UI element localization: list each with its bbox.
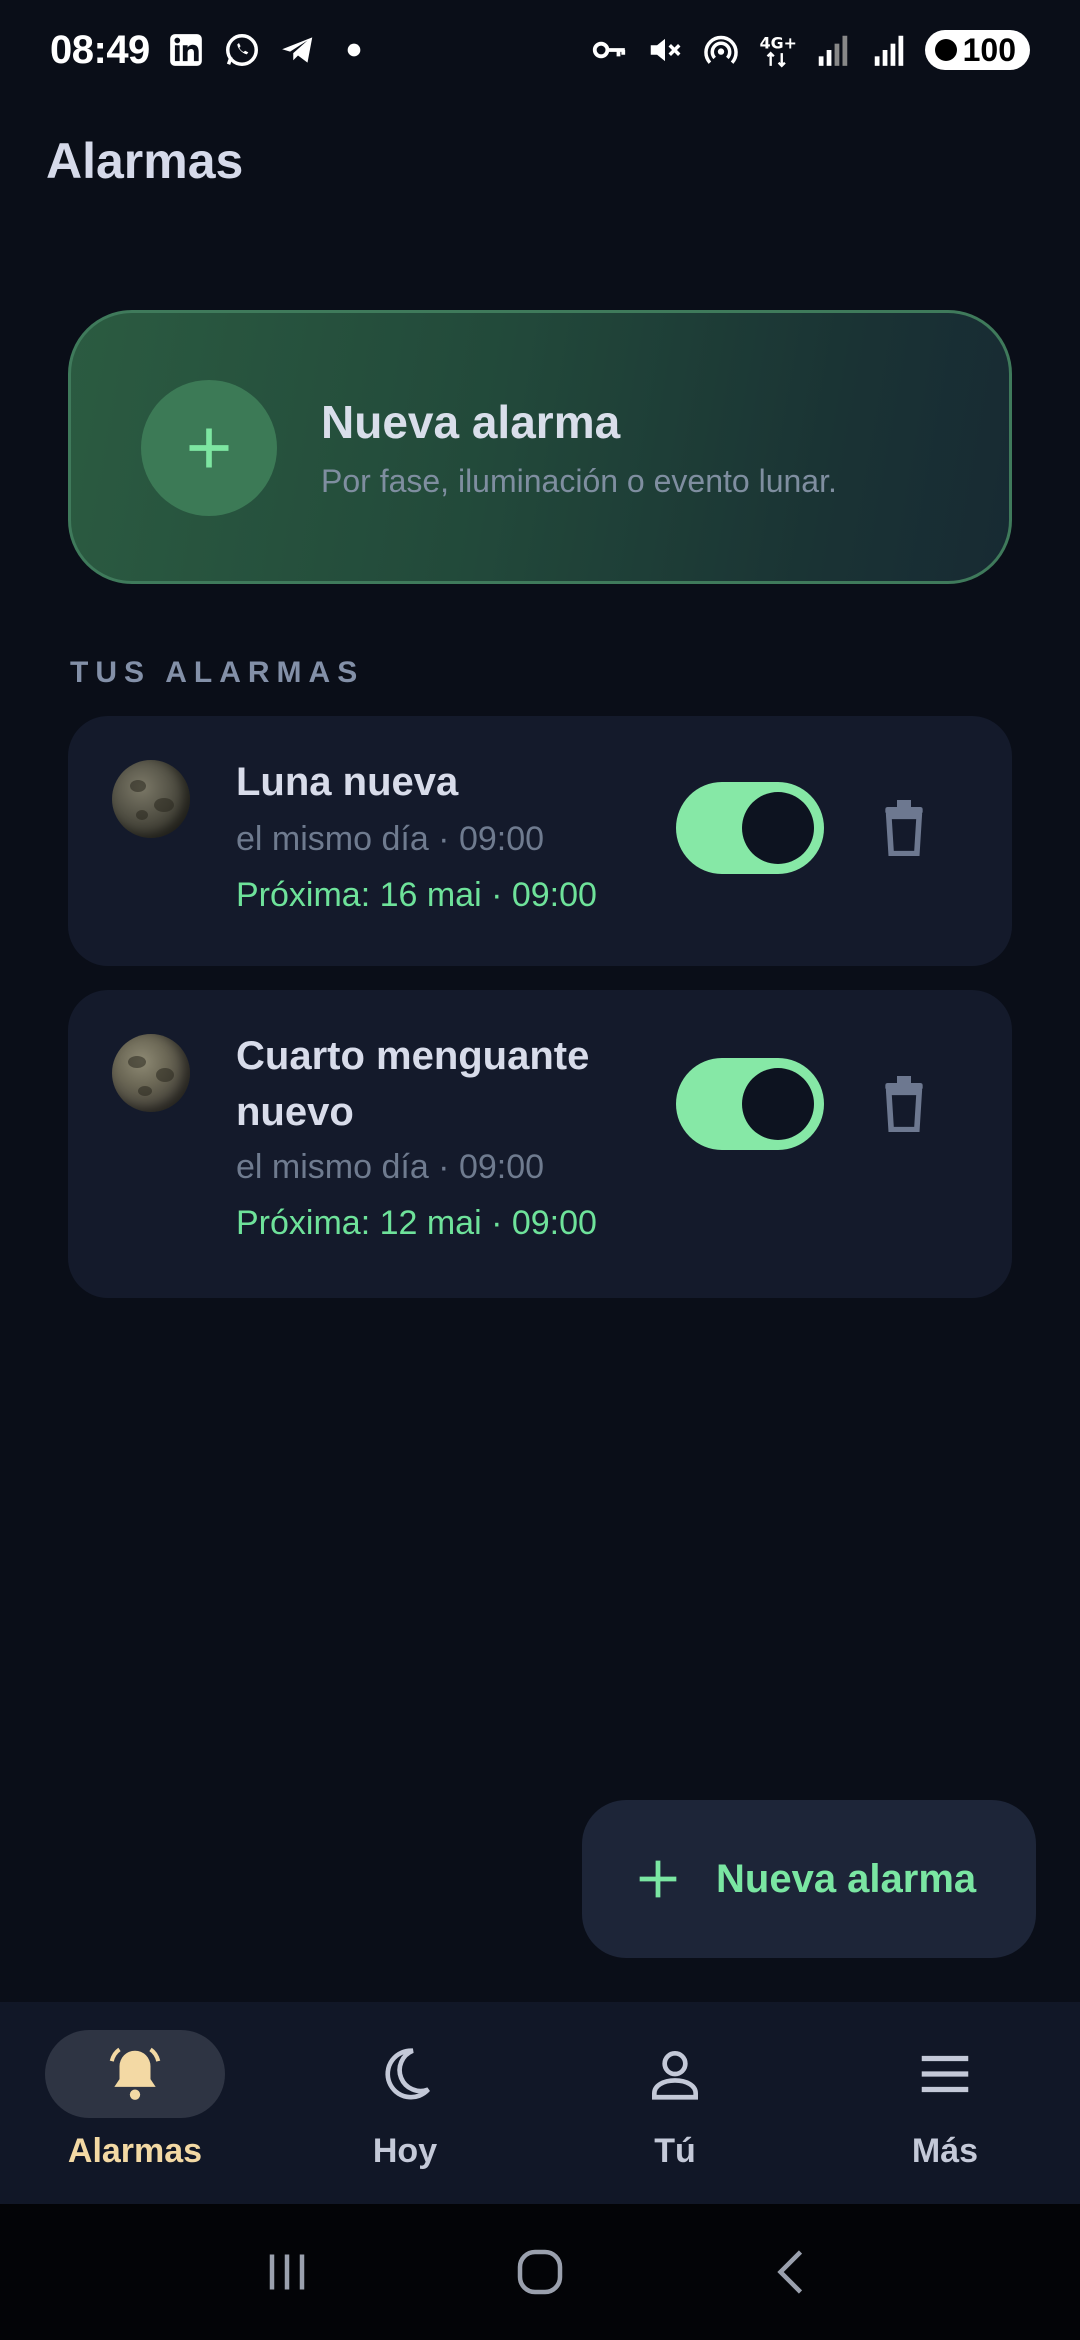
nav-label: Hoy [372,2132,438,2170]
status-bar: 08:49 4G+ 100 [0,0,1080,100]
whatsapp-icon [222,30,262,70]
alarm-schedule: el mismo día · 09:00 [236,820,545,858]
nav-pill [585,2030,765,2118]
alarm-toggle[interactable] [676,1058,824,1150]
mute-icon [645,30,685,70]
bell-icon [109,2047,161,2100]
plus-icon [639,1860,677,1898]
battery-saver-icon [934,39,957,61]
new-alarm-fab[interactable]: Nueva alarma [582,1800,1036,1958]
new-alarm-subtitle: Por fase, iluminación o evento lunar. [321,463,837,499]
alarm-title: Luna nueva [236,760,459,804]
nav-item-hoy[interactable]: Hoy [270,2002,540,2204]
section-label: TUS ALARMAS [70,656,365,689]
toggle-knob [742,792,814,864]
nav-pill [315,2030,495,2118]
telegram-icon [278,30,318,70]
dot-icon [334,30,374,70]
status-time: 08:49 [50,27,150,72]
alarm-toggle[interactable] [676,782,824,874]
alarm-next-occurrence: Próxima: 12 mai · 09:00 [236,1204,597,1242]
nav-item-mas[interactable]: Más [810,2002,1080,2204]
trash-icon[interactable] [876,798,932,858]
linkedin-icon [166,30,206,70]
signal-icon [869,30,909,70]
menu-icon [921,2055,969,2093]
trash-icon[interactable] [876,1074,932,1134]
alarm-title: Cuarto menguante nuevo [236,1034,590,1134]
system-navigation-bar [0,2204,1080,2340]
page-title: Alarmas [46,133,244,189]
signal-icon [813,30,853,70]
alarm-next-occurrence: Próxima: 16 mai · 09:00 [236,876,597,914]
toggle-knob [742,1068,814,1140]
back-icon[interactable] [763,2242,823,2302]
vpn-key-icon [589,30,629,70]
nav-label: Tú [654,2132,696,2170]
battery-indicator: 100 [924,30,1030,70]
nav-item-alarmas[interactable]: Alarmas [0,2002,270,2204]
new-alarm-card[interactable]: Nueva alarma Por fase, iluminación o eve… [68,310,1012,584]
fab-label: Nueva alarma [716,1856,977,1901]
nav-item-tu[interactable]: Tú [540,2002,810,2204]
moon-phase-icon [112,1034,190,1112]
hotspot-icon [701,30,741,70]
alarm-schedule: el mismo día · 09:00 [236,1148,545,1186]
home-icon[interactable] [510,2242,570,2302]
battery-level: 100 [962,31,1016,68]
alarm-card[interactable]: Cuarto menguante nuevo el mismo día · 09… [68,990,1012,1298]
nav-label: Alarmas [67,2132,203,2170]
status-left: 08:49 [50,28,374,73]
nav-pill [855,2030,1035,2118]
svg-text:4G+: 4G+ [759,33,795,52]
new-alarm-title: Nueva alarma [321,396,621,448]
alarm-card[interactable]: Luna nueva el mismo día · 09:00 Próxima:… [68,716,1012,966]
nav-label: Más [911,2132,979,2170]
moon-phase-icon [112,760,190,838]
nav-pill [45,2030,225,2118]
recent-apps-icon[interactable] [257,2242,317,2302]
bottom-navigation: Alarmas Hoy Tú Más [0,2002,1080,2204]
plus-icon [141,380,277,516]
4g-icon: 4G+ [757,30,797,70]
moon-icon [385,2048,430,2100]
person-icon [652,2051,698,2100]
status-right: 4G+ 100 [589,30,1030,70]
